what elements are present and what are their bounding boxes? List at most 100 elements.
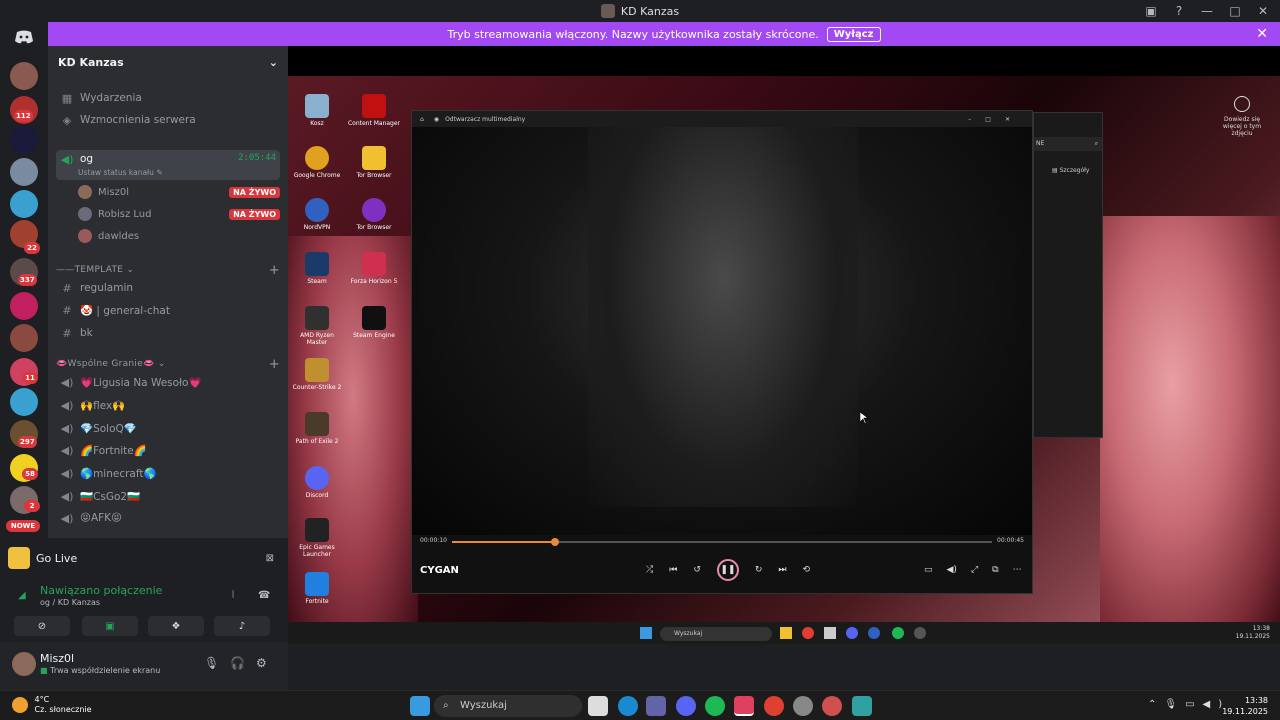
task-view-icon[interactable] (588, 696, 608, 716)
desktop-icon[interactable]: Google Chrome (289, 146, 345, 179)
microphone-icon[interactable]: 🎙 (204, 656, 219, 670)
text-channel[interactable]: # 🤡 | general-chat (56, 300, 280, 320)
desktop-icon[interactable]: Steam (289, 252, 345, 285)
pause-button[interactable]: ❚❚ (716, 559, 739, 581)
more-icon[interactable]: ⋯ (1013, 565, 1022, 575)
voice-channel[interactable]: ◀) 💗Ligusia Na Wesoło💗 (56, 372, 280, 392)
maximize-icon[interactable]: □ (1228, 4, 1242, 18)
close-icon[interactable]: ⊠ (266, 553, 274, 564)
desktop-icon[interactable]: Tor Browser (346, 146, 402, 179)
desktop-icon[interactable]: Tor Browser (346, 198, 402, 231)
home-icon[interactable]: ⌂ (420, 116, 424, 123)
subtitles-icon[interactable]: ▭ (924, 565, 933, 575)
app-icon[interactable] (822, 696, 842, 716)
disable-streamer-mode-button[interactable]: Wyłącz (826, 26, 881, 42)
desktop-icon[interactable]: Epic Games Launcher (289, 518, 345, 558)
connection-channel[interactable]: og / KD Kanzas (40, 598, 100, 607)
text-channel[interactable]: # bk (56, 323, 280, 343)
spotify-icon[interactable] (705, 696, 725, 716)
seek-bar[interactable] (452, 538, 992, 546)
banner-close-icon[interactable]: ✕ (1256, 26, 1268, 42)
teams-icon[interactable] (646, 696, 666, 716)
desktop-icon[interactable]: Discord (289, 466, 345, 499)
edge-icon[interactable] (618, 696, 638, 716)
forward-icon[interactable]: ↻ (755, 565, 763, 575)
wallpaper-info[interactable]: Dowiedz się więcej o tym zdjęciu (1214, 96, 1270, 137)
server-header[interactable]: KD Kanzas ⌄ (48, 46, 288, 78)
disconnect-icon[interactable]: ☎ (258, 590, 270, 601)
next-icon[interactable]: ⏭ (778, 565, 786, 575)
desktop-icon[interactable]: AMD Ryzen Master (289, 306, 345, 346)
seek-knob[interactable] (550, 538, 559, 546)
chrome-icon[interactable] (764, 696, 784, 716)
category-template[interactable]: ——TEMPLATE ⌄ + (56, 262, 280, 278)
voice-channel[interactable]: ◀) 🙌flex🙌 (56, 395, 280, 415)
rewind-icon[interactable]: ↺ (693, 565, 701, 575)
repeat-icon[interactable]: ⟲ (803, 565, 811, 575)
chrome-icon[interactable] (802, 627, 814, 639)
voice-channel[interactable]: ◀) 🌈Fortnite🌈 (56, 440, 280, 460)
search-field[interactable]: NE ⌕ (1034, 137, 1102, 151)
taskbar-clock[interactable]: 13:38 19.11.2025 (1222, 695, 1268, 717)
desktop-icon[interactable]: Forza Horizon 5 (346, 252, 402, 285)
shuffle-icon[interactable]: ⤮ (646, 565, 653, 575)
desktop-icon[interactable]: Content Manager (346, 94, 402, 127)
close-icon[interactable]: ✕ (1256, 4, 1270, 18)
activities-button[interactable]: ❖ (148, 616, 204, 636)
media-player-icon[interactable] (914, 627, 926, 639)
minimize-icon[interactable]: — (1200, 4, 1214, 18)
voice-user[interactable]: Misz0l NA ŻYWO (78, 182, 280, 202)
player-window-controls[interactable]: –□✕ (968, 116, 1024, 123)
desktop-icon[interactable]: NordVPN (289, 198, 345, 231)
folder-icon[interactable] (780, 627, 792, 639)
desktop-icon[interactable]: Kosz (289, 94, 345, 127)
video-frame[interactable] (412, 127, 1032, 535)
spotify-icon[interactable] (892, 627, 904, 639)
taskbar-search[interactable]: ⌕ Wyszukaj (434, 695, 582, 717)
voice-user[interactable]: dawldes (78, 226, 280, 246)
text-channel[interactable]: # regulamin (56, 278, 280, 298)
server-boosts-item[interactable]: ◈ Wzmocnienia serwera (56, 110, 280, 130)
discord-logo-icon[interactable] (14, 30, 34, 44)
app-icon[interactable] (852, 696, 872, 716)
add-channel-icon[interactable]: + (269, 263, 280, 278)
headphones-icon[interactable]: 🎧 (230, 656, 245, 670)
shared-search-box[interactable]: Wyszukaj (660, 627, 772, 641)
store-icon[interactable] (824, 627, 836, 639)
system-tray-icons[interactable]: ⌃🎙▭◀) (1148, 699, 1230, 710)
noise-suppression-icon[interactable]: ⦚ (232, 590, 234, 601)
voice-channel[interactable]: ◀) 😝AFK😝 (56, 508, 280, 528)
add-channel-icon[interactable]: + (269, 357, 280, 372)
voice-channel[interactable]: ◀) 🌎minecraft🌎 (56, 463, 280, 483)
details-button[interactable]: ▤ Szczegóły (1052, 167, 1089, 174)
miniplayer-icon[interactable]: ⧉ (992, 565, 998, 575)
go-live-panel[interactable]: Go Live ⊠ (8, 544, 284, 572)
windows-start-icon[interactable] (410, 696, 430, 716)
server-icon[interactable] (10, 292, 38, 320)
camera-off-button[interactable]: ⊘ (14, 616, 70, 636)
desktop-icon[interactable]: Steam Engine (346, 306, 402, 339)
gear-icon[interactable]: ⚙ (256, 656, 267, 670)
nordvpn-icon[interactable] (868, 627, 880, 639)
fullscreen-icon[interactable]: ⤢ (971, 565, 978, 575)
voice-channel[interactable]: ◀) 💎SoloQ💎 (56, 418, 280, 438)
server-icon[interactable] (10, 190, 38, 218)
desktop-icon[interactable]: Counter-Strike 2 (289, 358, 345, 391)
category-shared[interactable]: 👄Wspólne Granie👄 ⌄ + (56, 356, 280, 372)
channel-status[interactable]: Ustaw status kanału ✎ (78, 168, 163, 177)
stream-view[interactable]: Kosz Content Manager Google Chrome Tor B… (288, 46, 1280, 644)
discord-icon[interactable] (846, 627, 858, 639)
voice-channel[interactable]: ◀) 🇧🇬CsGo2🇧🇬 (56, 486, 280, 506)
previous-icon[interactable]: ⏮ (669, 565, 677, 575)
inbox-icon[interactable]: ▣ (1144, 4, 1158, 18)
server-icon[interactable] (10, 62, 38, 90)
soundboard-button[interactable]: ♪ (214, 616, 270, 636)
volume-icon[interactable]: ◀) (947, 565, 957, 575)
avatar[interactable] (12, 652, 36, 676)
server-icon[interactable] (10, 158, 38, 186)
desktop-icon[interactable]: Fortnite (289, 572, 345, 605)
server-icon[interactable] (10, 324, 38, 352)
help-icon[interactable]: ? (1172, 4, 1186, 18)
events-item[interactable]: ▦ Wydarzenia (56, 88, 280, 108)
active-app-icon[interactable] (734, 696, 754, 716)
